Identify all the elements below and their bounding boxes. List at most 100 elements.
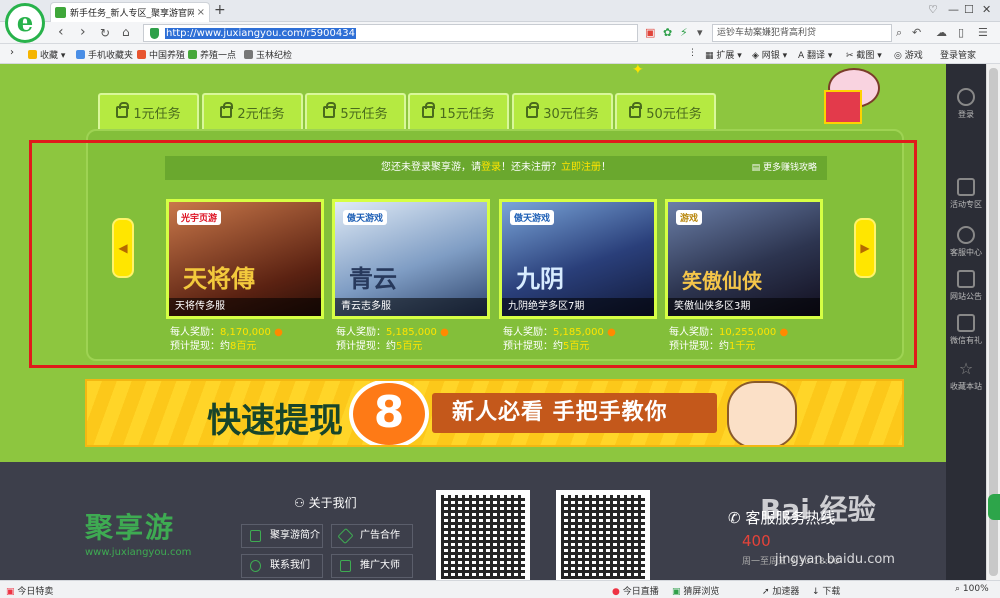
- bookmarks-bar: › 收藏 ▾ 手机收藏夹 中国养殖 养殖一点 玉林纪检 ⋮ ▦ 扩展 ▾ ◈ 网…: [0, 44, 1000, 64]
- search-input[interactable]: 运钞车劫案嫌犯背高利贷: [712, 24, 892, 42]
- download-icon: ↓: [812, 587, 820, 597]
- screen-icon: ▣: [672, 587, 681, 597]
- toolbar-item-extensions[interactable]: ▦ 扩展 ▾: [705, 48, 742, 61]
- doc-icon: [250, 530, 261, 542]
- forward-icon[interactable]: ›: [80, 24, 86, 40]
- status-item-zoom[interactable]: ⌕ 100%: [955, 584, 989, 594]
- banner-amount: 8元: [349, 381, 429, 445]
- toolbar-label: 游戏: [904, 51, 923, 61]
- task-tab-label: 50元任务: [646, 106, 702, 122]
- sidebar-label: 收藏本站: [950, 382, 982, 391]
- tab-close-button[interactable]: ×: [197, 7, 205, 18]
- phone-icon[interactable]: ▯: [958, 26, 964, 39]
- status-label: 100%: [962, 584, 989, 594]
- bookmark-item[interactable]: 养殖一点: [188, 48, 236, 61]
- undo-icon[interactable]: ↶: [912, 26, 921, 39]
- sidebar-item-favorite[interactable]: ☆ 收藏本站: [946, 360, 986, 392]
- rocket-icon: ➚: [762, 587, 770, 597]
- expand-icon[interactable]: ›: [10, 47, 14, 58]
- highlight-box: [29, 140, 917, 368]
- status-item-accelerator[interactable]: ➚ 加速器: [762, 584, 799, 597]
- sidebar-label: 客服中心: [950, 248, 982, 257]
- speaker-icon: [957, 270, 975, 288]
- bookmark-item[interactable]: 玉林纪检: [244, 48, 292, 61]
- dropdown-icon[interactable]: ▾: [697, 26, 703, 39]
- new-tab-button[interactable]: +: [214, 2, 226, 18]
- qr-icon: [957, 314, 975, 332]
- task-tab-label: 30元任务: [543, 106, 599, 122]
- sidebar-label: 登录: [958, 110, 974, 119]
- footer-link-ads[interactable]: 广告合作: [331, 524, 413, 548]
- bookmark-item[interactable]: 中国养殖: [137, 48, 185, 61]
- toolbar-item-login[interactable]: 登录管家: [940, 48, 976, 61]
- status-item-browse[interactable]: ▣ 猜屏浏览: [672, 584, 719, 597]
- task-tab-30[interactable]: 30元任务: [512, 93, 613, 129]
- menu-icon[interactable]: ☰: [978, 26, 988, 39]
- banner-character-image: [727, 381, 797, 445]
- reader-icon[interactable]: ▣: [645, 26, 655, 39]
- footer-link-promoter[interactable]: 推广大师: [331, 554, 413, 578]
- browser-logo-icon[interactable]: e: [5, 3, 45, 43]
- task-tab-1[interactable]: 1元任务: [98, 93, 199, 129]
- url-input[interactable]: http://www.juxiangyou.com/r5900434: [143, 24, 638, 42]
- status-item-sale[interactable]: ▣ 今日特卖: [6, 584, 53, 597]
- task-tab-5[interactable]: 5元任务: [305, 93, 406, 129]
- lock-icon: [629, 102, 643, 118]
- sidebar-item-service[interactable]: 客服中心: [946, 226, 986, 258]
- footer-link-intro[interactable]: 聚享游简介: [241, 524, 323, 548]
- browser-tab[interactable]: 新手任务_新人专区_聚享游官网 ×: [50, 2, 210, 22]
- adblock-icon[interactable]: ✿: [663, 26, 672, 39]
- search-icon[interactable]: ⌕: [896, 26, 902, 40]
- footer-link-contact[interactable]: 联系我们: [241, 554, 323, 578]
- status-item-download[interactable]: ↓ 下载: [812, 584, 840, 597]
- promo-banner[interactable]: 快速提现 8元 新人必看 手把手教你: [85, 379, 904, 447]
- bookmark-label: 玉林纪检: [256, 51, 293, 61]
- phone-icon: ✆: [728, 509, 741, 527]
- lock-icon: [323, 102, 337, 118]
- maximize-button[interactable]: ☐: [964, 3, 974, 16]
- more-icon[interactable]: ⋮: [688, 48, 697, 58]
- float-badge[interactable]: [988, 494, 1000, 520]
- star-icon: ☆: [958, 359, 974, 378]
- footer-link-label: 推广大师: [360, 560, 400, 571]
- sidebar-item-notice[interactable]: 网站公告: [946, 270, 986, 302]
- watermark: Bai 经验: [760, 493, 876, 526]
- home-icon[interactable]: ⌂: [122, 25, 130, 39]
- sidebar-item-events[interactable]: 活动专区: [946, 178, 986, 210]
- bookmark-label: 手机收藏夹: [88, 51, 134, 61]
- toolbar-item-bank[interactable]: ◈ 网银 ▾: [752, 48, 787, 61]
- minimize-button[interactable]: —: [948, 3, 959, 16]
- close-window-button[interactable]: ✕: [982, 3, 991, 16]
- status-label: 下载: [822, 587, 841, 597]
- watermark-url: jingyan.baidu.com: [775, 552, 895, 567]
- reload-icon[interactable]: ↻: [100, 26, 110, 40]
- task-tab-label: 5元任务: [340, 106, 388, 122]
- bookmark-item[interactable]: 收藏 ▾: [28, 48, 65, 61]
- bookmark-item[interactable]: 手机收藏夹: [76, 48, 133, 61]
- status-bar: ▣ 今日特卖 ● 今日直播 ▣ 猜屏浏览 ➚ 加速器 ↓ 下载 ⌕ 100%: [0, 580, 1000, 598]
- task-tab-50[interactable]: 50元任务: [615, 93, 716, 129]
- speed-icon[interactable]: ⚡: [680, 26, 688, 39]
- sidebar-label: 微信有礼: [950, 336, 982, 345]
- sidebar-item-wechat[interactable]: 微信有礼: [946, 314, 986, 346]
- task-tab-15[interactable]: 15元任务: [408, 93, 509, 129]
- task-tab-2[interactable]: 2元任务: [202, 93, 303, 129]
- security-shield-icon: [150, 27, 159, 39]
- bookmark-label: 收藏: [40, 51, 59, 61]
- cloud-icon[interactable]: ☁: [936, 26, 947, 39]
- folder-icon: [76, 50, 85, 59]
- toolbar-item-translate[interactable]: A 翻译 ▾: [798, 48, 832, 61]
- toolbar-item-games[interactable]: ◎ 游戏: [894, 48, 923, 61]
- sidebar-item-login[interactable]: 登录: [946, 88, 986, 120]
- hotline-number: 400: [742, 532, 771, 550]
- toolbar-label: 登录管家: [940, 51, 977, 61]
- toolbar-item-screenshot[interactable]: ✂ 截图 ▾: [846, 48, 882, 61]
- status-label: 今日直播: [622, 587, 659, 597]
- back-icon[interactable]: ‹: [58, 24, 64, 40]
- qr-code-image: [556, 490, 650, 580]
- sidebar-label: 网站公告: [950, 292, 982, 301]
- skin-button[interactable]: ♡: [928, 3, 938, 16]
- users-icon: ⚇: [294, 496, 305, 510]
- status-item-live[interactable]: ● 今日直播: [612, 584, 659, 597]
- footer-link-label: 聚享游简介: [270, 530, 320, 541]
